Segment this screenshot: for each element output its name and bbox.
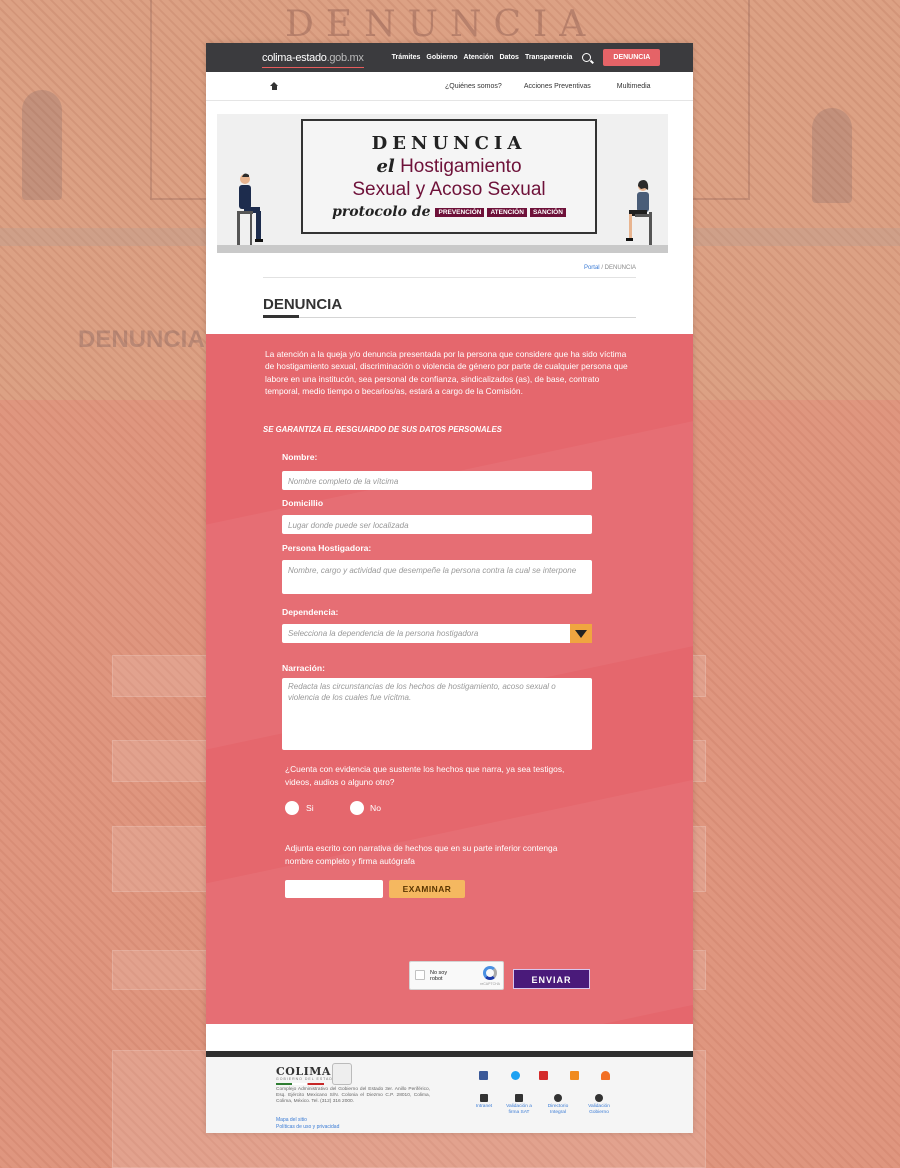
search-icon[interactable] bbox=[582, 53, 592, 62]
sitemap-link[interactable]: Mapa del sitio bbox=[276, 1117, 339, 1124]
subnav-item-multimedia[interactable]: Multimedia bbox=[617, 83, 651, 90]
denuncia-button[interactable]: DENUNCIA bbox=[603, 49, 661, 66]
footer-address: Complejo Administrativo del Gobierno del… bbox=[276, 1087, 430, 1105]
rss-icon[interactable] bbox=[570, 1071, 579, 1080]
attachment-instructions: Adjunta escrito con narrativa de hechos … bbox=[285, 843, 558, 866]
nombre-input[interactable]: Nombre completo de la vítcima bbox=[282, 471, 592, 490]
logo-suffix: .gob.mx bbox=[326, 51, 364, 64]
top-navbar: colima-estado.gob.mx Trámites Gobierno A… bbox=[206, 43, 693, 72]
footer-links: Mapa del sitio Políticas de uso y privac… bbox=[276, 1117, 339, 1131]
background-title: DENUNCIA bbox=[285, 4, 598, 45]
recaptcha-label: No soy robot bbox=[430, 970, 448, 982]
nav-item-transparencia[interactable]: Transparencia bbox=[525, 54, 572, 61]
page-title: DENUNCIA bbox=[263, 296, 636, 318]
background-heading: DENUNCIA bbox=[78, 326, 205, 353]
woman-seated-illustration bbox=[626, 180, 652, 246]
evidence-question: ¿Cuenta con evidencia que sustente los h… bbox=[285, 764, 565, 787]
logo-main: colima-estado bbox=[262, 51, 327, 64]
nav-item-atencion[interactable]: Atención bbox=[464, 54, 494, 61]
background-figure-woman bbox=[812, 108, 852, 203]
hero-line-3: protocolo de PREVENCIÓN ATENCIÓN SANCIÓN bbox=[303, 204, 595, 220]
chevron-down-icon[interactable] bbox=[570, 624, 592, 643]
sat-validation-link[interactable]: Validación a firma SAT bbox=[504, 1094, 534, 1115]
hero-line-1: el Hostigamiento bbox=[303, 156, 595, 178]
twitter-icon[interactable] bbox=[511, 1071, 520, 1080]
home-icon[interactable] bbox=[270, 81, 279, 91]
evidence-no-radio[interactable] bbox=[350, 801, 364, 815]
hero-tag-atencion: ATENCIÓN bbox=[487, 207, 527, 217]
privacy-policy-link[interactable]: Políticas de uso y privacidad bbox=[276, 1124, 339, 1131]
recaptcha-logo-icon bbox=[483, 966, 497, 980]
hero-tag-prevencion: PREVENCIÓN bbox=[435, 207, 485, 217]
directory-label: Directorio Integral bbox=[547, 1104, 569, 1115]
narracion-label: Narración: bbox=[282, 663, 325, 673]
site-logo[interactable]: colima-estado.gob.mx bbox=[262, 48, 364, 68]
secondary-nav: ¿Quiénes somos? Acciones Preventivas Mul… bbox=[206, 72, 693, 101]
hero-banner: DENUNCIA el Hostigamiento Sexual y Acoso… bbox=[217, 114, 668, 253]
form-intro-text: La atención a la queja y/o denuncia pres… bbox=[265, 349, 628, 397]
main-nav: Trámites Gobierno Atención Datos Transpa… bbox=[392, 54, 573, 61]
nombre-label: Nombre: bbox=[282, 452, 318, 462]
submit-button[interactable]: ENVIAR bbox=[513, 969, 590, 989]
browse-button[interactable]: EXAMINAR bbox=[389, 880, 465, 898]
nav-item-gobierno[interactable]: Gobierno bbox=[426, 54, 457, 61]
persona-hostigadora-label: Persona Hostigadora: bbox=[282, 543, 372, 553]
qr-code-icon bbox=[515, 1094, 523, 1102]
nav-item-tramites[interactable]: Trámites bbox=[392, 54, 421, 61]
evidence-no-label: No bbox=[370, 803, 381, 813]
recaptcha-checkbox[interactable] bbox=[415, 970, 425, 980]
domicilio-input[interactable]: Lugar donde puede ser localizada bbox=[282, 515, 592, 534]
dependencia-placeholder: Selecciona la dependencia de la persona … bbox=[288, 629, 479, 638]
dependencia-label: Dependencia: bbox=[282, 607, 339, 617]
soundcloud-icon[interactable] bbox=[601, 1071, 610, 1080]
sat-validation-label: Validación a firma SAT bbox=[506, 1104, 532, 1115]
man-seated-illustration bbox=[237, 173, 263, 245]
page-title-accent bbox=[263, 315, 299, 318]
background-figure-man bbox=[22, 90, 62, 200]
user-icon bbox=[480, 1094, 488, 1102]
hero-line-1-text: Hostigamiento bbox=[400, 156, 522, 177]
youtube-icon[interactable] bbox=[539, 1071, 548, 1080]
directory-link[interactable]: Directorio Integral bbox=[543, 1094, 573, 1115]
footer-flag-stripe bbox=[276, 1083, 324, 1085]
intranet-label: Intranet bbox=[475, 1104, 493, 1109]
check-circle-icon bbox=[595, 1094, 603, 1102]
evidence-yes-radio[interactable] bbox=[285, 801, 299, 815]
secondary-nav-links: ¿Quiénes somos? Acciones Preventivas Mul… bbox=[445, 83, 651, 90]
footer-logo-subtitle: GOBIERNO DEL ESTADO bbox=[276, 1077, 337, 1081]
logo-underline bbox=[262, 66, 364, 68]
hero-title: DENUNCIA bbox=[371, 133, 527, 154]
recaptcha-widget: No soy robot reCAPTCHA bbox=[409, 961, 504, 990]
intranet-link[interactable]: Intranet bbox=[469, 1094, 499, 1110]
hero-line-2: Sexual y Acoso Sexual bbox=[352, 179, 546, 200]
subnav-item-quienes-somos[interactable]: ¿Quiénes somos? bbox=[445, 83, 502, 90]
hero-script-el: el bbox=[376, 156, 395, 177]
nav-item-datos[interactable]: Datos bbox=[499, 54, 518, 61]
person-icon bbox=[554, 1094, 562, 1102]
domicilio-label: Domicillio bbox=[282, 498, 324, 508]
evidence-yes-label: Si bbox=[306, 803, 314, 813]
data-protection-notice: SE GARANTIZA EL RESGUARDO DE SUS DATOS P… bbox=[263, 425, 502, 434]
breadcrumb-portal-link[interactable]: Portal bbox=[584, 265, 600, 271]
hero-script-protocolo: protocolo de bbox=[332, 204, 431, 220]
state-seal-icon bbox=[332, 1063, 352, 1085]
breadcrumb-separator: / bbox=[601, 265, 603, 271]
recaptcha-brand: reCAPTCHA bbox=[480, 982, 500, 986]
footer: COLIMA GOBIERNO DEL ESTADO Complejo Admi… bbox=[206, 1051, 693, 1133]
file-path-field[interactable] bbox=[285, 880, 383, 898]
dependencia-select[interactable]: Selecciona la dependencia de la persona … bbox=[282, 624, 592, 643]
narracion-textarea[interactable]: Redacta las circunstancias de los hechos… bbox=[282, 678, 592, 750]
persona-hostigadora-input[interactable]: Nombre, cargo y actividad que desempeñe … bbox=[282, 560, 592, 594]
hero-tag-sancion: SANCIÓN bbox=[529, 207, 566, 217]
breadcrumb-current: DENUNCIA bbox=[604, 265, 636, 271]
subnav-item-acciones-preventivas[interactable]: Acciones Preventivas bbox=[524, 83, 591, 90]
facebook-icon[interactable] bbox=[479, 1071, 488, 1080]
complaint-form: La atención a la queja y/o denuncia pres… bbox=[206, 334, 693, 1024]
hero-frame: DENUNCIA el Hostigamiento Sexual y Acoso… bbox=[301, 119, 597, 234]
page-card: colima-estado.gob.mx Trámites Gobierno A… bbox=[206, 43, 693, 1133]
hero-floor bbox=[217, 245, 668, 253]
government-validation-label: Validación Gobierno bbox=[588, 1104, 610, 1115]
government-validation-link[interactable]: Validación Gobierno bbox=[584, 1094, 614, 1115]
breadcrumb: Portal / DENUNCIA bbox=[263, 265, 636, 278]
